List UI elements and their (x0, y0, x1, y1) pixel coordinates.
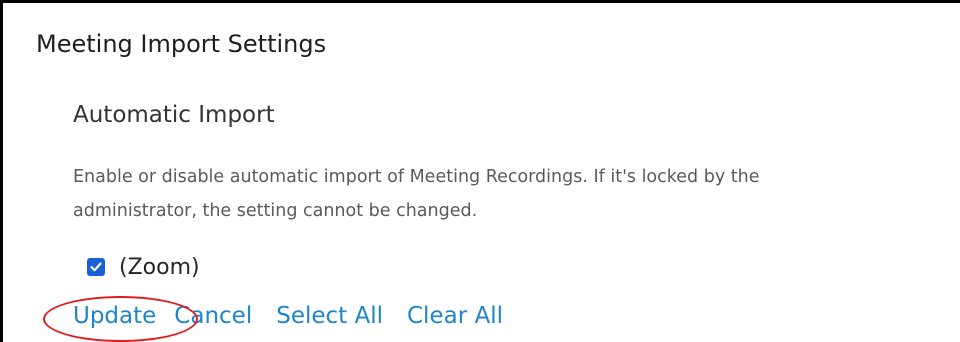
clear-all-link[interactable]: Clear All (407, 303, 503, 329)
update-link-wrapper: Update (43, 296, 198, 342)
section-title: Meeting Import Settings (36, 30, 327, 58)
zoom-checkbox[interactable] (87, 258, 105, 276)
update-link[interactable]: Update (73, 303, 156, 329)
description-line-2: administrator, the setting cannot be cha… (73, 201, 478, 221)
description-line-1: Enable or disable automatic import of Me… (73, 167, 760, 187)
action-links: Update Cancel Select All Clear All (43, 296, 503, 342)
zoom-option-label: (Zoom) (119, 254, 200, 280)
select-all-link[interactable]: Select All (276, 303, 383, 329)
automatic-import-heading: Automatic Import (73, 102, 275, 128)
checkmark-icon (90, 262, 102, 272)
zoom-option-row[interactable]: (Zoom) (87, 251, 200, 283)
meeting-import-settings-panel: Meeting Import Settings Automatic Import… (0, 0, 960, 342)
automatic-import-description: Enable or disable automatic import of Me… (73, 160, 960, 228)
cancel-link[interactable]: Cancel (174, 303, 252, 329)
